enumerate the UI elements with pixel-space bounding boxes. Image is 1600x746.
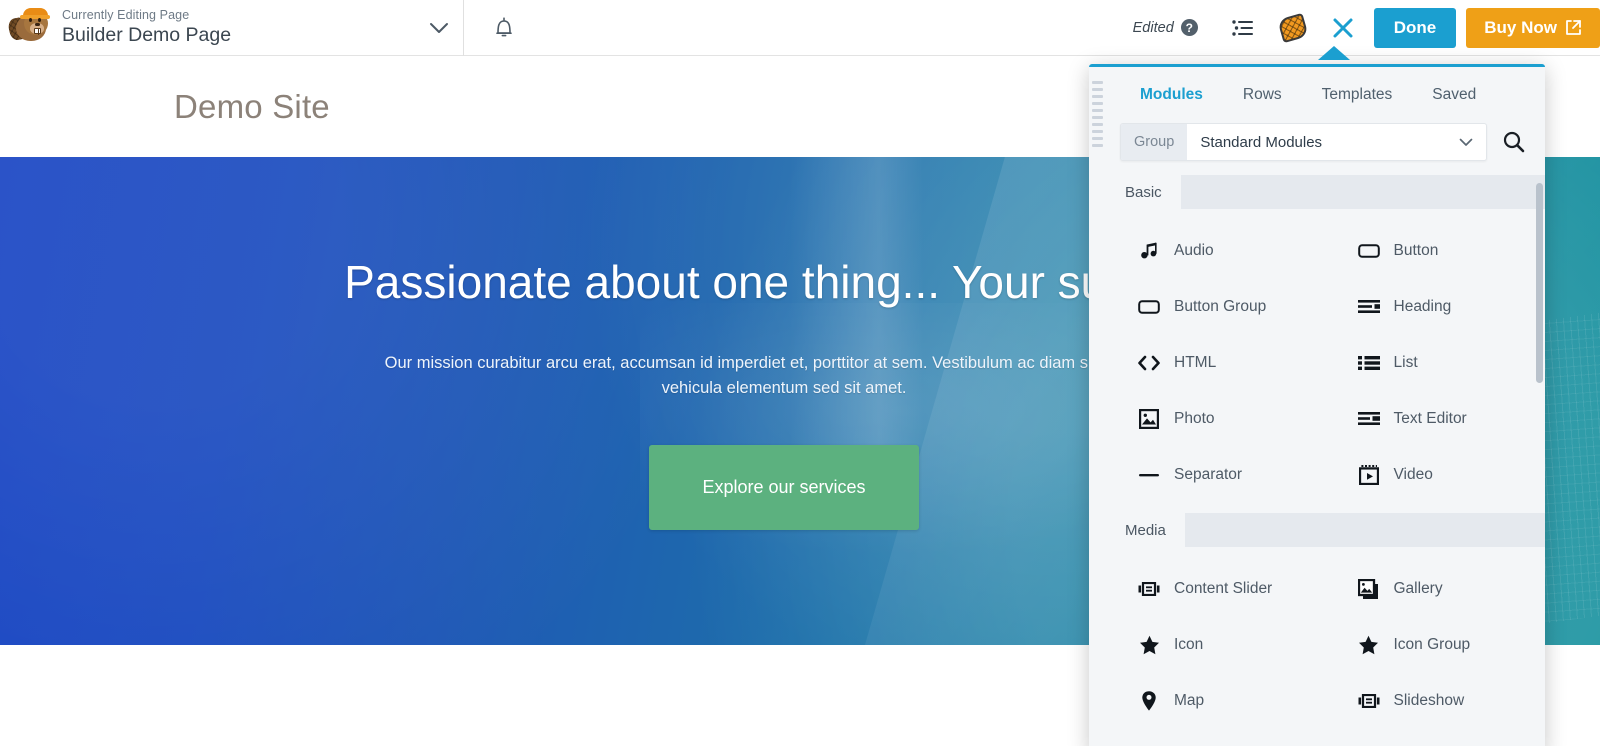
panel-header: Modules Rows Templates Saved Group Stand… [1089, 67, 1545, 175]
module-item-list[interactable]: List [1326, 335, 1546, 391]
search-icon[interactable] [1497, 123, 1531, 161]
module-label: Map [1174, 692, 1205, 709]
video-film-icon [1358, 464, 1380, 486]
content-slider-icon [1358, 690, 1380, 712]
module-item-button[interactable]: Button [1326, 223, 1546, 279]
module-item-video[interactable]: Video [1326, 447, 1546, 503]
beaver-hardhat-shape [20, 7, 50, 19]
map-marker-icon [1138, 690, 1160, 712]
text-lines-icon [1357, 408, 1380, 430]
star-icon [1138, 634, 1160, 656]
star-icon [1358, 634, 1380, 656]
group-select-label: Group [1121, 124, 1188, 160]
heading-lines-icon [1357, 296, 1380, 318]
module-item-button-group[interactable]: Button Group [1106, 279, 1326, 335]
tab-templates[interactable]: Templates [1302, 67, 1413, 123]
module-item-slideshow[interactable]: Slideshow [1326, 673, 1546, 729]
module-label: Text Editor [1393, 410, 1467, 427]
bullet-list-icon [1357, 352, 1380, 374]
chevron-down-icon [1446, 138, 1486, 147]
help-question-icon[interactable]: ? [1180, 19, 1198, 36]
edited-status: Edited ? [1133, 19, 1198, 36]
music-note-icon [1138, 240, 1160, 262]
module-item-heading[interactable]: Heading [1326, 279, 1546, 335]
module-item-text-editor[interactable]: Text Editor [1326, 391, 1546, 447]
module-label: Audio [1174, 242, 1214, 259]
external-link-icon [1566, 20, 1581, 35]
beaver-eye-left [29, 17, 32, 22]
module-grid-media: Content Slider Gallery Icon Icon Group M… [1106, 547, 1545, 739]
toolbar-title-block: Currently Editing Page Builder Demo Page [62, 8, 415, 47]
module-label: HTML [1174, 354, 1217, 371]
panel-pointer-arrow [1318, 46, 1350, 60]
buy-now-button[interactable]: Buy Now [1466, 7, 1600, 48]
outline-list-icon[interactable] [1218, 0, 1268, 56]
section-header-media: Media [1106, 513, 1545, 547]
module-item-icon-group[interactable]: Icon Group [1326, 617, 1546, 673]
edited-label: Edited [1132, 19, 1174, 36]
beaver-tail-tools-icon[interactable] [1268, 0, 1318, 56]
site-title: Demo Site [174, 87, 330, 125]
module-item-gallery[interactable]: Gallery [1326, 561, 1546, 617]
module-label: Gallery [1393, 580, 1443, 597]
module-item-audio[interactable]: Audio [1106, 223, 1326, 279]
currently-editing-label: Currently Editing Page [62, 8, 190, 22]
tab-saved[interactable]: Saved [1412, 67, 1496, 123]
editor-root: Demo Site Passionate about one thing... … [0, 0, 1600, 746]
page-title: Builder Demo Page [62, 24, 232, 46]
module-label: Slideshow [1393, 692, 1465, 709]
photo-image-icon [1138, 408, 1160, 430]
section-title-media: Media [1106, 513, 1185, 547]
module-item-photo[interactable]: Photo [1106, 391, 1326, 447]
module-label: Video [1393, 466, 1433, 483]
button-rect-icon [1138, 296, 1160, 318]
module-label: Photo [1174, 410, 1215, 427]
module-label: Icon Group [1393, 636, 1471, 653]
panel-scrollbar[interactable] [1536, 183, 1543, 383]
module-item-icon[interactable]: Icon [1106, 617, 1326, 673]
page-menu-chevron-down-icon[interactable] [415, 0, 463, 56]
module-label: Separator [1174, 466, 1243, 483]
tab-rows[interactable]: Rows [1223, 67, 1302, 123]
group-select[interactable]: Group Standard Modules [1120, 123, 1487, 161]
modules-panel: Modules Rows Templates Saved Group Stand… [1089, 64, 1545, 746]
toolbar-page-info[interactable]: Currently Editing Page Builder Demo Page [0, 0, 464, 56]
beaver-nose [35, 22, 40, 26]
beaver-teeth [34, 27, 41, 35]
section-title-basic: Basic [1106, 175, 1181, 209]
gallery-stack-icon [1358, 578, 1380, 600]
horizontal-rule-icon [1138, 464, 1160, 486]
module-label: Content Slider [1174, 580, 1273, 597]
notification-bell-icon[interactable] [464, 0, 544, 56]
toolbar-actions: Edited ? Done Buy Now [1133, 0, 1600, 56]
code-brackets-icon [1138, 352, 1160, 374]
beaver-eye-right [38, 17, 41, 22]
editor-toolbar: Currently Editing Page Builder Demo Page… [0, 0, 1600, 56]
panel-module-list: Basic Audio Button Button Group Heading … [1106, 175, 1545, 746]
beaver-logo[interactable] [6, 7, 52, 49]
module-label: Button [1393, 242, 1439, 259]
module-item-separator[interactable]: Separator [1106, 447, 1326, 503]
module-item-content-slider[interactable]: Content Slider [1106, 561, 1326, 617]
hero-cta-button[interactable]: Explore our services [649, 445, 919, 530]
panel-drag-handle-icon[interactable] [1089, 67, 1106, 177]
module-grid-basic: Audio Button Button Group Heading HTML L… [1106, 209, 1545, 513]
module-label: Icon [1174, 636, 1204, 653]
tail-glyph [1276, 12, 1309, 43]
group-select-value: Standard Modules [1200, 133, 1323, 151]
panel-filter-row: Group Standard Modules [1106, 123, 1545, 175]
module-item-html[interactable]: HTML [1106, 335, 1326, 391]
module-label: Heading [1393, 298, 1452, 315]
tab-modules[interactable]: Modules [1120, 67, 1223, 123]
module-item-map[interactable]: Map [1106, 673, 1326, 729]
hero-paragraph: Our mission curabitur arcu erat, accumsa… [384, 354, 1184, 397]
done-button[interactable]: Done [1373, 7, 1457, 48]
buy-now-label: Buy Now [1484, 17, 1557, 37]
section-header-basic: Basic [1106, 175, 1545, 209]
panel-tabs: Modules Rows Templates Saved [1106, 67, 1545, 123]
button-rect-icon [1357, 240, 1380, 262]
module-label: List [1393, 354, 1418, 371]
module-label: Button Group [1174, 298, 1267, 315]
content-slider-icon [1138, 578, 1160, 600]
